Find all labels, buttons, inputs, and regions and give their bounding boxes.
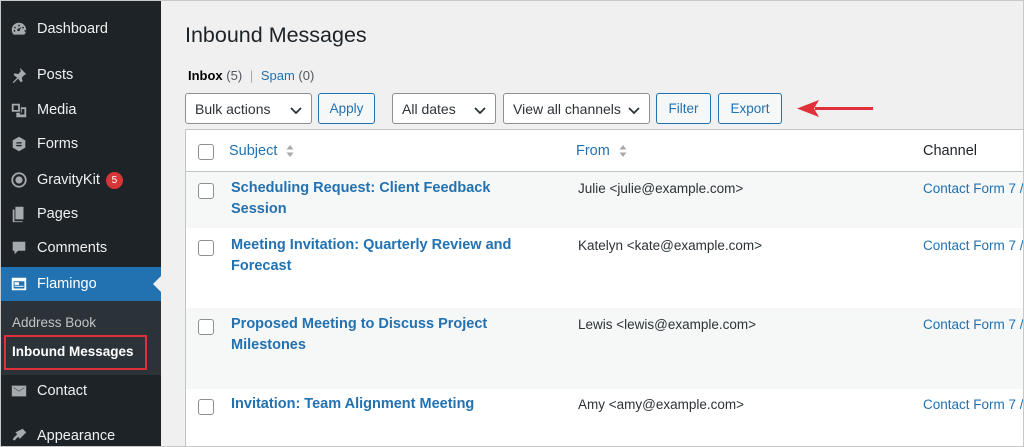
- inbox-view-link[interactable]: Inbox: [188, 68, 223, 83]
- sidebar-item-label: Appearance: [37, 428, 116, 444]
- sidebar-item-comments[interactable]: Comments: [1, 231, 161, 265]
- column-header-from[interactable]: From: [576, 143, 627, 159]
- sidebar-item-label: Flamingo: [37, 276, 97, 292]
- submenu-item-address-book[interactable]: Address Book: [12, 315, 96, 330]
- sidebar-item-contact[interactable]: Contact: [1, 374, 161, 408]
- table-row: Scheduling Request: Client Feedback Sess…: [186, 172, 1023, 228]
- sidebar-item-pages[interactable]: Pages: [1, 197, 161, 231]
- annotation-highlight-box: [4, 335, 147, 370]
- inbox-count: (5): [226, 68, 243, 83]
- sidebar-item-label: Forms: [37, 136, 79, 152]
- bulk-actions-select[interactable]: Bulk actions: [185, 93, 312, 124]
- app-window: Dashboard Posts Media Forms GravityKit 5…: [0, 0, 1024, 447]
- message-subject-link[interactable]: Invitation: Team Alignment Meeting: [231, 394, 521, 415]
- message-from: Julie <julie@example.com>: [578, 181, 744, 196]
- sidebar-item-gravitykit[interactable]: GravityKit 5: [1, 163, 161, 197]
- current-menu-indicator: [153, 276, 161, 292]
- messages-table: Subject From Channel Scheduling Request:…: [185, 129, 1023, 446]
- pin-icon: [9, 65, 29, 85]
- sidebar-item-label: Media: [37, 102, 77, 118]
- message-channel-link[interactable]: Contact Form 7 /: [923, 181, 1023, 196]
- message-channel-link[interactable]: Contact Form 7 /: [923, 317, 1023, 332]
- select-all-checkbox[interactable]: [198, 144, 214, 160]
- column-header-subject-label: Subject: [229, 143, 278, 159]
- brush-icon: [9, 426, 29, 446]
- sidebar-item-label: Contact: [37, 383, 87, 399]
- chevron-down-icon: [628, 107, 640, 115]
- sort-icon: [619, 145, 627, 158]
- media-icon: [9, 100, 29, 120]
- main-content: Inbound Messages Inbox (5) | Spam (0) Bu…: [161, 1, 1023, 446]
- row-checkbox[interactable]: [198, 183, 214, 199]
- spam-view-link[interactable]: Spam: [261, 68, 295, 83]
- sort-icon: [286, 145, 294, 158]
- flamingo-icon: [9, 274, 29, 294]
- sidebar-item-label: Posts: [37, 67, 74, 83]
- sidebar-item-appearance[interactable]: Appearance: [1, 419, 161, 446]
- sidebar-item-posts[interactable]: Posts: [1, 58, 161, 92]
- page-title: Inbound Messages: [185, 23, 367, 47]
- table-row: Meeting Invitation: Quarterly Review and…: [186, 228, 1023, 308]
- admin-sidebar: Dashboard Posts Media Forms GravityKit 5…: [1, 1, 161, 446]
- pages-icon: [9, 204, 29, 224]
- sidebar-item-forms[interactable]: Forms: [1, 127, 161, 161]
- view-separator: |: [249, 68, 254, 83]
- notification-badge: 5: [105, 171, 123, 189]
- table-row: Invitation: Team Alignment Meeting Amy <…: [186, 389, 1023, 446]
- message-from: Katelyn <kate@example.com>: [578, 238, 763, 253]
- sidebar-item-label: Dashboard: [37, 21, 108, 37]
- dashboard-icon: [9, 19, 29, 39]
- sidebar-item-label: GravityKit: [37, 172, 100, 188]
- row-checkbox[interactable]: [198, 319, 214, 335]
- annotation-arrow-icon: [797, 100, 873, 117]
- message-subject-link[interactable]: Meeting Invitation: Quarterly Review and…: [231, 235, 521, 277]
- column-header-channel: Channel: [923, 143, 978, 159]
- dates-value: All dates: [402, 100, 456, 117]
- sidebar-item-flamingo[interactable]: Flamingo: [1, 267, 161, 301]
- row-checkbox[interactable]: [198, 240, 214, 256]
- message-channel-link[interactable]: Contact Form 7 /: [923, 238, 1023, 253]
- chevron-down-icon: [290, 107, 302, 115]
- column-header-from-label: From: [576, 143, 610, 159]
- gravitykit-icon: [9, 170, 29, 190]
- message-subject-link[interactable]: Proposed Meeting to Discuss Project Mile…: [231, 314, 521, 356]
- message-from: Lewis <lewis@example.com>: [578, 317, 757, 332]
- message-channel-link[interactable]: Contact Form 7 /: [923, 397, 1023, 412]
- dates-select[interactable]: All dates: [392, 93, 496, 124]
- channels-select[interactable]: View all channels: [503, 93, 650, 124]
- view-filters: Inbox (5) | Spam (0): [188, 68, 314, 83]
- chevron-down-icon: [474, 107, 486, 115]
- forms-icon: [9, 134, 29, 154]
- sidebar-item-label: Comments: [37, 240, 108, 256]
- table-header: Subject From Channel: [186, 130, 1023, 172]
- sidebar-item-label: Pages: [37, 206, 79, 222]
- table-row: Proposed Meeting to Discuss Project Mile…: [186, 308, 1023, 389]
- column-header-subject[interactable]: Subject: [229, 143, 294, 159]
- comments-icon: [9, 238, 29, 258]
- sidebar-item-dashboard[interactable]: Dashboard: [1, 12, 161, 46]
- message-from: Amy <amy@example.com>: [578, 397, 745, 412]
- export-button[interactable]: Export: [718, 93, 782, 124]
- mail-icon: [9, 381, 29, 401]
- message-subject-link[interactable]: Scheduling Request: Client Feedback Sess…: [231, 178, 521, 220]
- row-checkbox[interactable]: [198, 399, 214, 415]
- sidebar-item-media[interactable]: Media: [1, 93, 161, 127]
- bulk-actions-value: Bulk actions: [195, 100, 271, 117]
- apply-button[interactable]: Apply: [318, 93, 375, 124]
- filter-button[interactable]: Filter: [656, 93, 711, 124]
- channels-value: View all channels: [513, 100, 621, 117]
- spam-count: (0): [298, 68, 315, 83]
